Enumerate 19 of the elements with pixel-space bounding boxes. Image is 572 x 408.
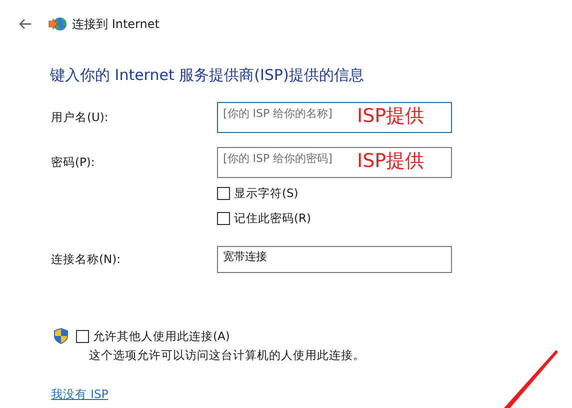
checkbox[interactable]	[76, 330, 89, 342]
annotation-text: ISP提供	[357, 149, 424, 174]
page-heading: 键入你的 Internet 服务提供商(ISP)提供的信息	[50, 66, 365, 84]
window-title: 连接到 Internet	[72, 16, 160, 32]
no-isp-link[interactable]: 我没有 ISP	[51, 386, 108, 402]
checkbox[interactable]	[217, 212, 230, 224]
checkbox-label: 允许其他人使用此连接(A)	[93, 328, 230, 344]
option-description: 这个选项允许可以访问这台计算机的人使用此连接。	[89, 347, 366, 363]
shield-icon	[53, 327, 69, 345]
back-arrow-icon[interactable]	[18, 18, 32, 30]
input-field[interactable]: 宽带连接	[217, 246, 452, 273]
field-label: 用户名(U):	[51, 110, 110, 125]
checkbox-label: 记住此密码(R)	[234, 210, 311, 226]
field-label: 密码(P):	[51, 155, 96, 170]
annotation-text: ISP提供	[357, 104, 424, 129]
network-globe-icon	[48, 16, 68, 32]
checkbox-label: 显示字符(S)	[234, 186, 298, 200]
checkbox[interactable]	[217, 186, 230, 200]
field-label: 连接名称(N):	[51, 252, 122, 267]
